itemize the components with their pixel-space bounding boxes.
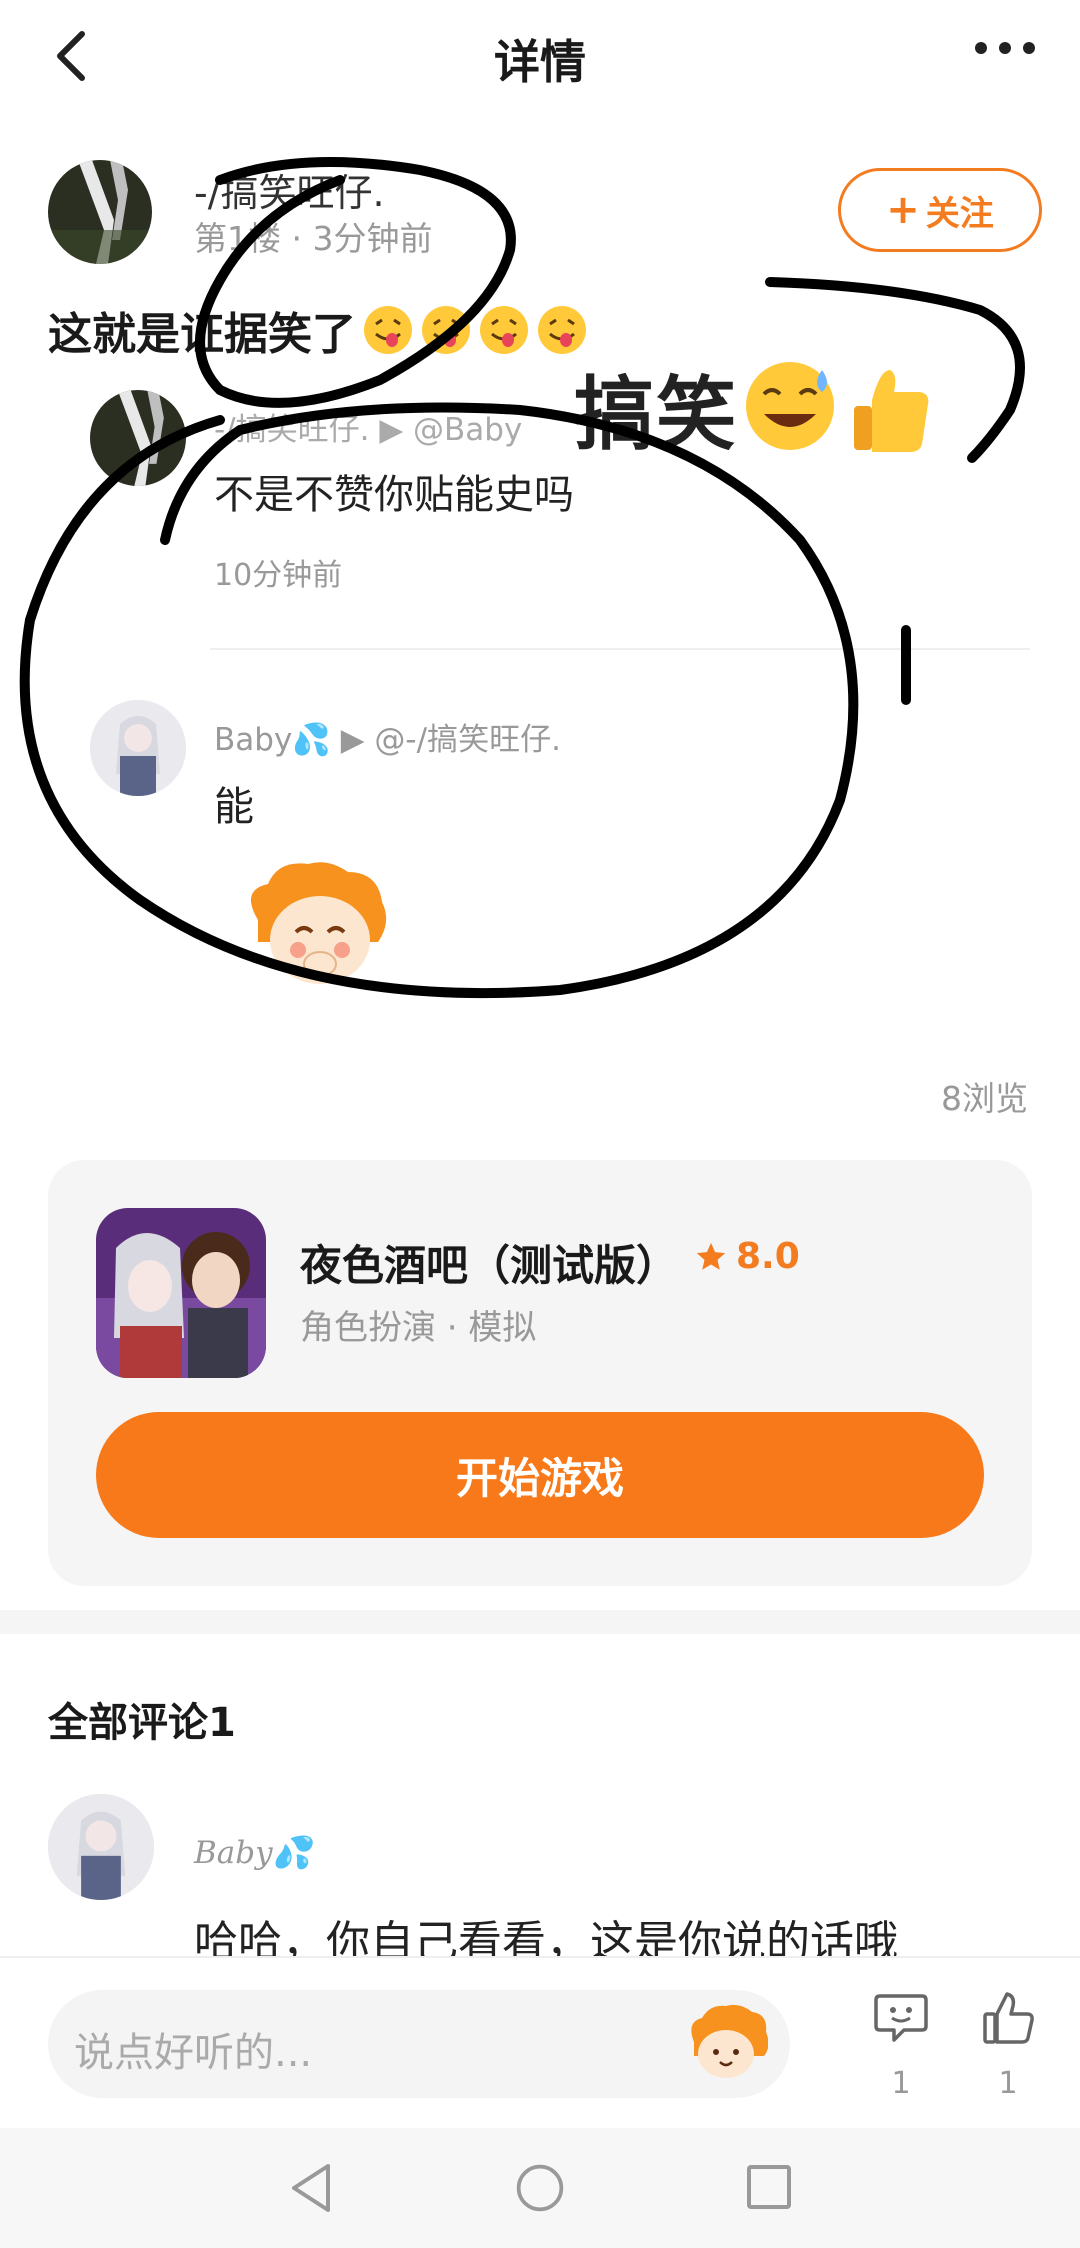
comments-header: 全部评论1 xyxy=(48,1700,236,1746)
nav-back-icon[interactable] xyxy=(286,2160,336,2216)
reply-text: 能 xyxy=(214,784,254,830)
reply-author-avatar[interactable] xyxy=(90,390,186,486)
thumbs-up-icon xyxy=(983,1992,1034,2044)
like-button[interactable]: 1 xyxy=(975,1988,1041,2108)
reply-divider xyxy=(210,648,1030,650)
game-tags: 角色扮演 · 模拟 xyxy=(300,1308,537,1348)
comment-input[interactable]: 说点好听的... xyxy=(48,1990,790,2098)
comment-count: 1 xyxy=(891,2066,911,2101)
page-title: 详情 xyxy=(494,35,586,89)
post-author-row: -/搞笑旺仔. 第1楼 · 3分钟前 + 关注 xyxy=(48,160,1048,270)
like-count: 1 xyxy=(998,2066,1018,2101)
author-name[interactable]: -/搞笑旺仔. xyxy=(194,162,385,217)
comment-input-placeholder: 说点好听的... xyxy=(74,2030,313,2076)
star-icon xyxy=(696,1242,726,1270)
reply-author-avatar[interactable] xyxy=(90,700,186,796)
post-text: 这就是证据笑了 xyxy=(48,309,356,360)
reply-text: 不是不赞你贴能史吗 xyxy=(214,472,574,518)
commenter-name[interactable]: Baby💦 xyxy=(194,1834,311,1871)
section-divider xyxy=(0,1610,1080,1634)
tongue-out-emoji-icon xyxy=(422,306,470,354)
view-count: 8浏览 xyxy=(941,1079,1028,1118)
game-name[interactable]: 夜色酒吧（测试版） xyxy=(300,1232,678,1293)
reply-author-name[interactable]: -/搞笑旺仔. ▶ @Baby xyxy=(214,404,522,449)
reply-author-name[interactable]: Baby💦 ▶ @-/搞笑旺仔. xyxy=(214,714,561,759)
more-options-icon[interactable] xyxy=(972,36,1038,60)
start-game-button[interactable]: 开始游戏 xyxy=(96,1412,984,1538)
tongue-out-emoji-icon xyxy=(364,306,412,354)
commenter-avatar[interactable] xyxy=(48,1794,154,1900)
follow-button[interactable]: + 关注 xyxy=(838,168,1042,252)
rating-value: 8.0 xyxy=(736,1236,800,1277)
game-rating: 8.0 xyxy=(694,1236,800,1277)
nav-recents-icon[interactable] xyxy=(744,2162,794,2212)
laughing-mascot-sticker-icon xyxy=(250,862,387,984)
comment-bubble-icon xyxy=(874,1994,928,2042)
comment-count-button[interactable]: 1 xyxy=(868,1988,934,2108)
reply-timestamp: 10分钟前 xyxy=(214,558,343,593)
overlay-caption: 搞笑 xyxy=(574,368,738,461)
top-bar: 详情 xyxy=(0,0,1080,112)
author-avatar[interactable] xyxy=(48,160,152,264)
post-content: 这就是证据笑了 xyxy=(48,298,588,362)
system-nav-bar xyxy=(0,2128,1080,2248)
sweat-smile-thumbs-up-icon xyxy=(746,362,929,452)
tongue-out-emoji-icon xyxy=(538,306,586,354)
bottom-action-bar: 说点好听的... 1 1 xyxy=(0,1956,1080,2128)
game-card[interactable]: 夜色酒吧（测试版） 8.0 角色扮演 · 模拟 开始游戏 xyxy=(48,1160,1032,1586)
nav-home-icon[interactable] xyxy=(514,2160,566,2216)
post-meta: 第1楼 · 3分钟前 xyxy=(194,219,433,258)
mascot-emoji-icon[interactable] xyxy=(684,2002,768,2086)
game-icon[interactable] xyxy=(96,1208,266,1378)
follow-label: 关注 xyxy=(925,193,994,234)
plus-icon: + xyxy=(886,187,920,233)
tongue-out-emoji-icon xyxy=(480,306,528,354)
